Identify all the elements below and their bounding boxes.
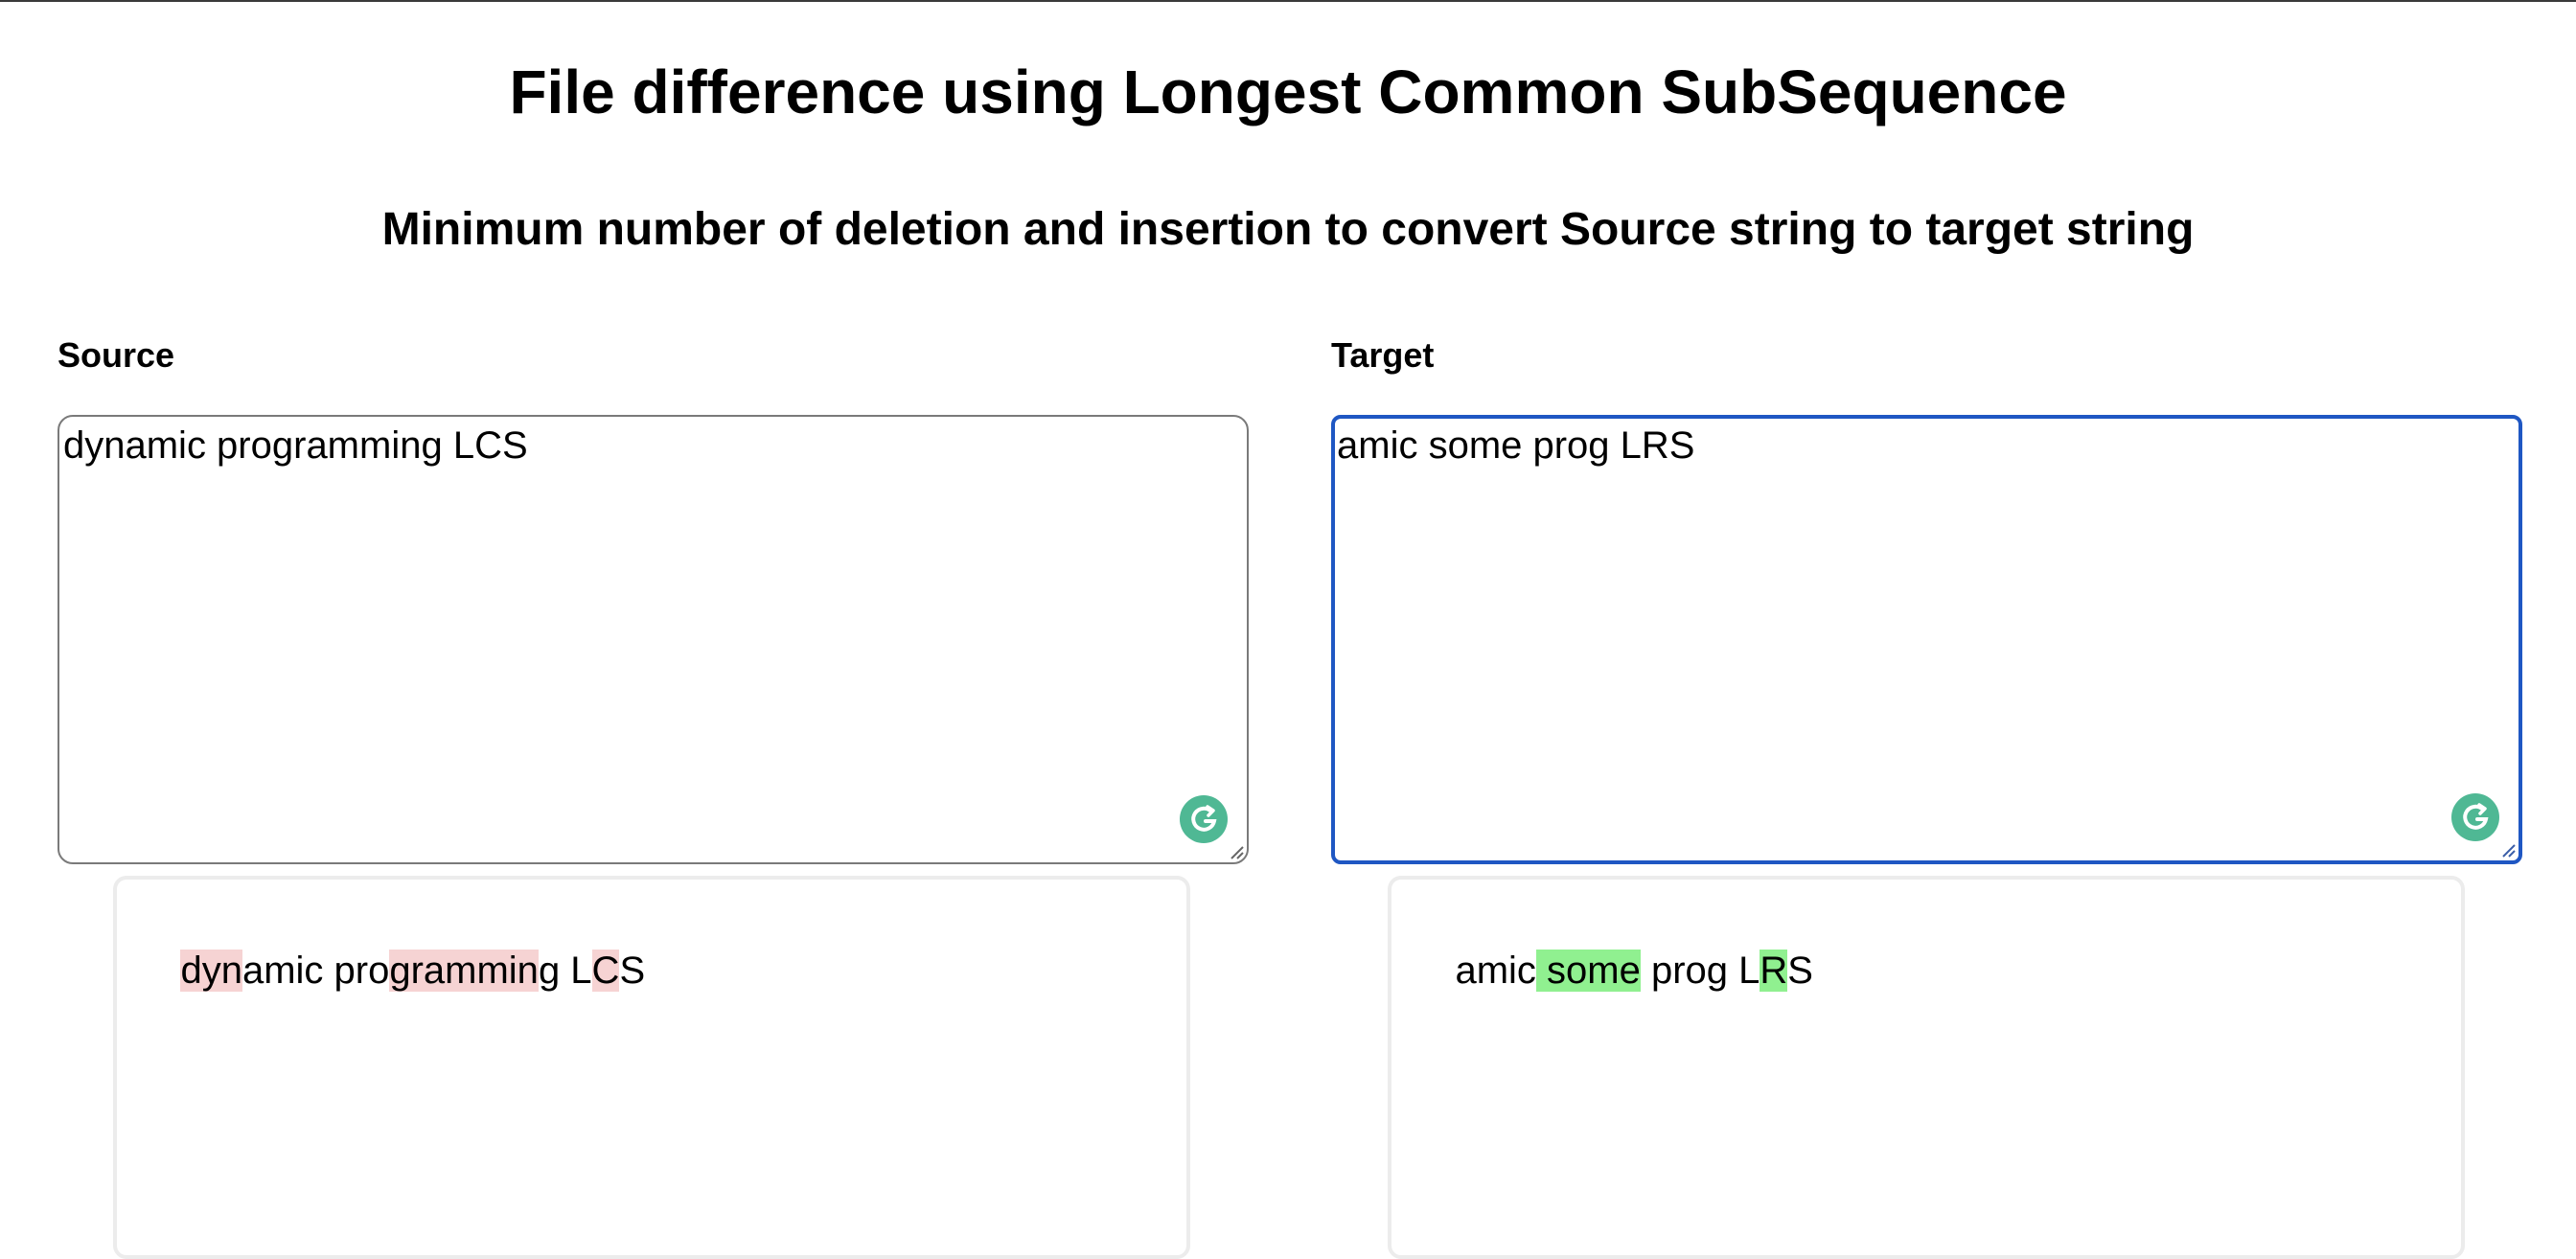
- diff-segment-common: prog L: [1640, 950, 1760, 992]
- diff-segment-deleted: dyn: [180, 950, 242, 992]
- source-textarea-container: dynamic programming LCS: [58, 415, 1249, 864]
- target-diff-text: amic some prog LRS: [1413, 899, 1813, 1042]
- target-textarea[interactable]: amic some prog LRS: [1335, 419, 2518, 860]
- target-diff-panel: amic some prog LRS: [1388, 876, 2465, 1259]
- page-title: File difference using Longest Common Sub…: [509, 57, 2067, 126]
- diff-segment-inserted: some: [1535, 950, 1641, 992]
- top-border: [0, 0, 2576, 2]
- diff-segment-common: S: [1787, 950, 1813, 992]
- source-diff-text: dynamic programming LCS: [138, 899, 645, 1042]
- diff-segment-common: amic: [1455, 950, 1536, 992]
- diff-segment-common: g L: [538, 950, 592, 992]
- resize-handle-icon[interactable]: [1228, 843, 1245, 860]
- diff-segment-deleted: C: [591, 950, 620, 992]
- grammarly-icon[interactable]: [1180, 795, 1228, 843]
- grammarly-icon[interactable]: [2451, 793, 2499, 841]
- source-diff-panel: dynamic programming LCS: [113, 876, 1190, 1259]
- diff-segment-common: amic pro: [242, 950, 390, 992]
- diff-segment-common: S: [619, 950, 646, 992]
- target-textarea-container: amic some prog LRS: [1331, 415, 2522, 864]
- source-label: Source: [58, 335, 175, 375]
- diff-segment-inserted: R: [1760, 950, 1788, 992]
- diff-segment-deleted: grammin: [389, 950, 539, 992]
- page-subtitle: Minimum number of deletion and insertion…: [381, 204, 2195, 255]
- target-label: Target: [1331, 335, 1435, 375]
- source-textarea[interactable]: dynamic programming LCS: [59, 417, 1247, 862]
- resize-handle-icon[interactable]: [2499, 841, 2517, 858]
